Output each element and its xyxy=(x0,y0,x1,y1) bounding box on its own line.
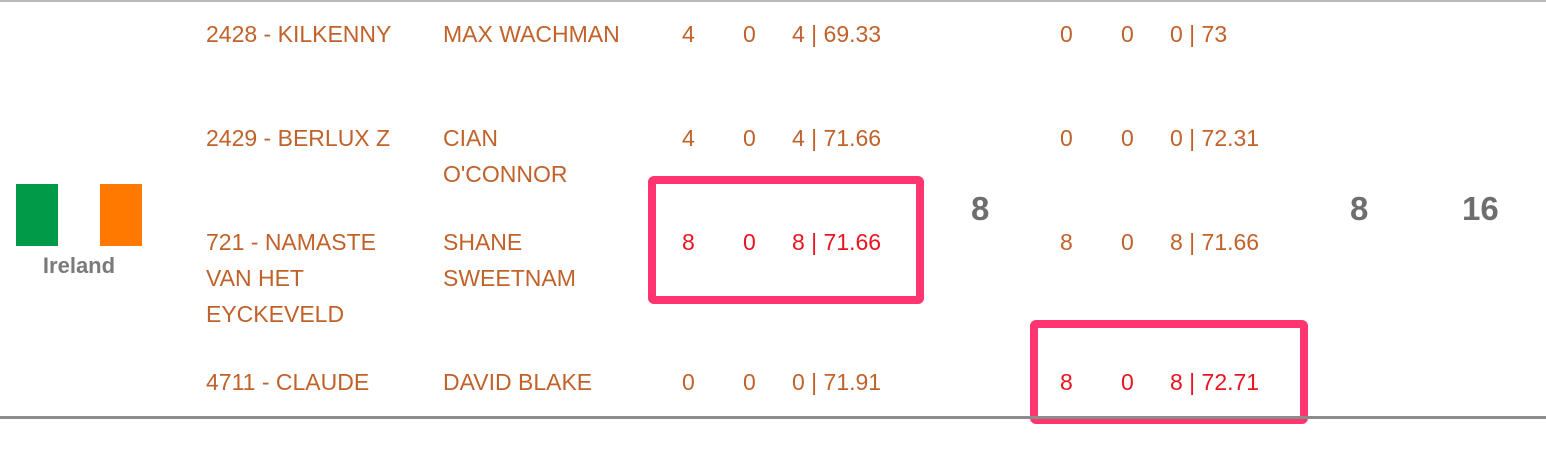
team-grand-total: 16 xyxy=(1462,190,1499,227)
round1-jump-faults: 4 xyxy=(682,125,695,151)
round2-time-faults: 0 xyxy=(1121,21,1134,47)
flag-green-stripe xyxy=(16,184,58,246)
round1-highlight-box xyxy=(648,176,924,304)
horse-name: 2429 - BERLUX Z xyxy=(206,125,391,151)
rider-name: SHANE SWEETNAM xyxy=(443,229,576,291)
round2-highlight-box xyxy=(1030,320,1308,424)
top-divider xyxy=(0,0,1546,2)
horse-name: 4711 - CLAUDE xyxy=(206,369,370,395)
round2-time-faults: 0 xyxy=(1121,229,1134,255)
country-name: Ireland xyxy=(42,253,116,278)
round2-team-total: 8 xyxy=(1350,190,1369,227)
rider-name: CIAN O'CONNOR xyxy=(443,125,568,187)
ireland-flag-icon xyxy=(16,184,142,246)
round2-total: 8 | 71.66 xyxy=(1170,229,1260,255)
round1-time-faults: 0 xyxy=(743,369,756,395)
rider-name: MAX WACHMAN xyxy=(443,21,620,47)
round1-team-total: 8 xyxy=(971,190,990,227)
flag-orange-stripe xyxy=(100,184,142,246)
round1-jump-faults: 4 xyxy=(682,21,695,47)
round1-total: 4 | 69.33 xyxy=(792,21,882,47)
round1-jump-faults: 0 xyxy=(682,369,695,395)
horse-name: 721 - NAMASTE VAN HET EYCKEVELD xyxy=(206,229,376,327)
rider-name: DAVID BLAKE xyxy=(443,369,593,395)
round2-jump-faults: 8 xyxy=(1060,229,1073,255)
flag-white-stripe xyxy=(58,184,100,246)
round2-total: 0 | 73 xyxy=(1170,21,1228,47)
round1-time-faults: 0 xyxy=(743,125,756,151)
round2-total: 0 | 72.31 xyxy=(1170,125,1260,151)
horse-name: 2428 - KILKENNY xyxy=(206,21,392,47)
bottom-divider xyxy=(0,416,1546,419)
round1-total: 0 | 71.91 xyxy=(792,369,882,395)
round2-jump-faults: 0 xyxy=(1060,21,1073,47)
round1-time-faults: 0 xyxy=(743,21,756,47)
round2-time-faults: 0 xyxy=(1121,125,1134,151)
round1-total: 4 | 71.66 xyxy=(792,125,882,151)
round2-jump-faults: 0 xyxy=(1060,125,1073,151)
